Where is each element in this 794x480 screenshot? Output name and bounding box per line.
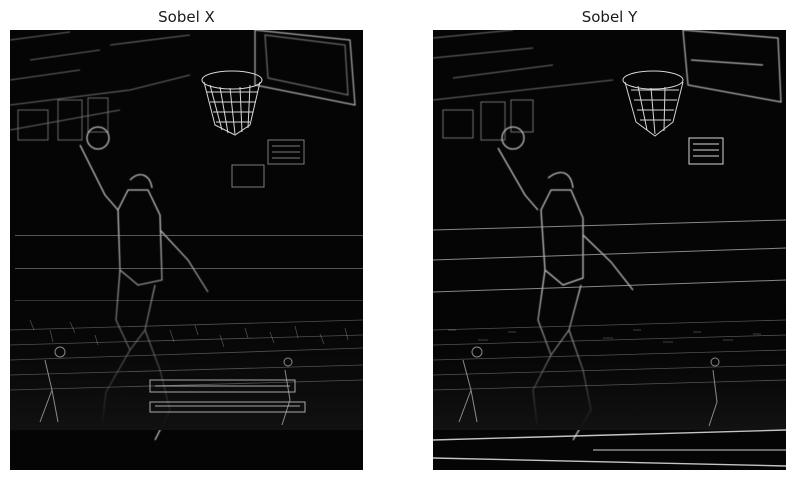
sobel-y-edge-map xyxy=(433,30,786,470)
sobel-y-image xyxy=(433,30,786,470)
sobel-y-panel: Sobel Y xyxy=(433,0,786,480)
sobel-y-title: Sobel Y xyxy=(581,8,638,26)
sobel-x-edge-map xyxy=(10,30,363,470)
sobel-x-panel: Sobel X xyxy=(10,0,363,480)
sobel-x-title: Sobel X xyxy=(158,8,215,26)
sobel-x-image xyxy=(10,30,363,470)
